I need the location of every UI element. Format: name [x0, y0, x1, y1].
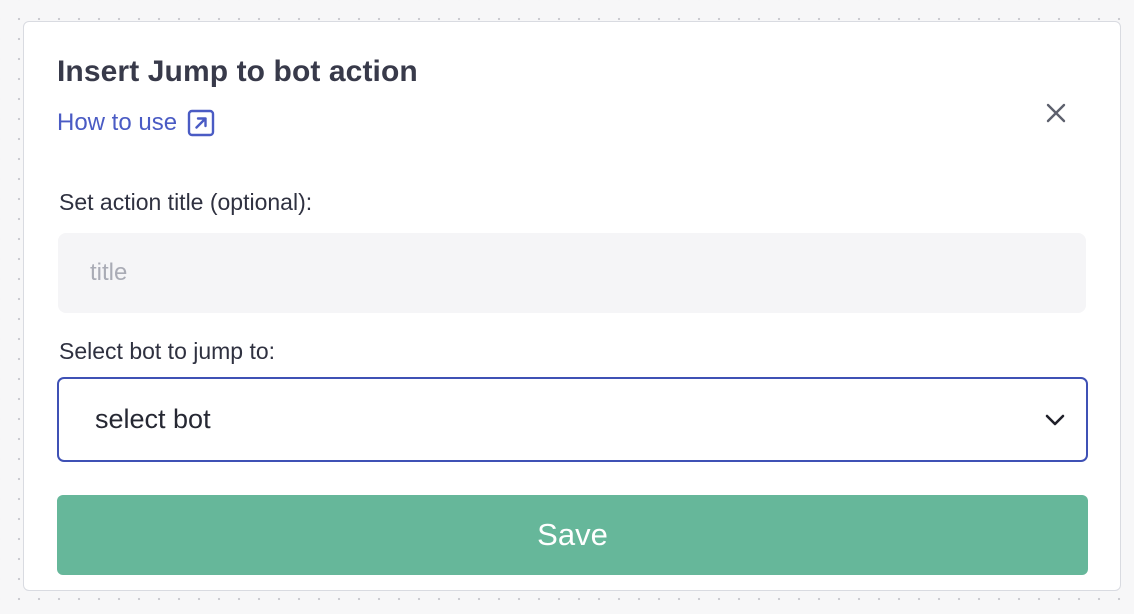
bot-select-dropdown[interactable]: select bot — [57, 377, 1088, 462]
bot-select-value: select bot — [95, 404, 211, 434]
save-button[interactable]: Save — [57, 495, 1088, 575]
action-title-label: Set action title (optional): — [59, 189, 313, 215]
jump-to-bot-dialog: Insert Jump to bot action How to use Set… — [23, 21, 1121, 591]
how-to-use-link[interactable]: How to use — [57, 109, 215, 137]
close-icon[interactable] — [1040, 97, 1072, 129]
how-to-use-label: How to use — [57, 109, 178, 136]
select-bot-label: Select bot to jump to: — [59, 338, 276, 364]
action-title-input[interactable] — [58, 233, 1086, 313]
external-link-icon — [187, 109, 215, 137]
chevron-down-icon — [1045, 414, 1065, 425]
dialog-title: Insert Jump to bot action — [57, 55, 418, 88]
